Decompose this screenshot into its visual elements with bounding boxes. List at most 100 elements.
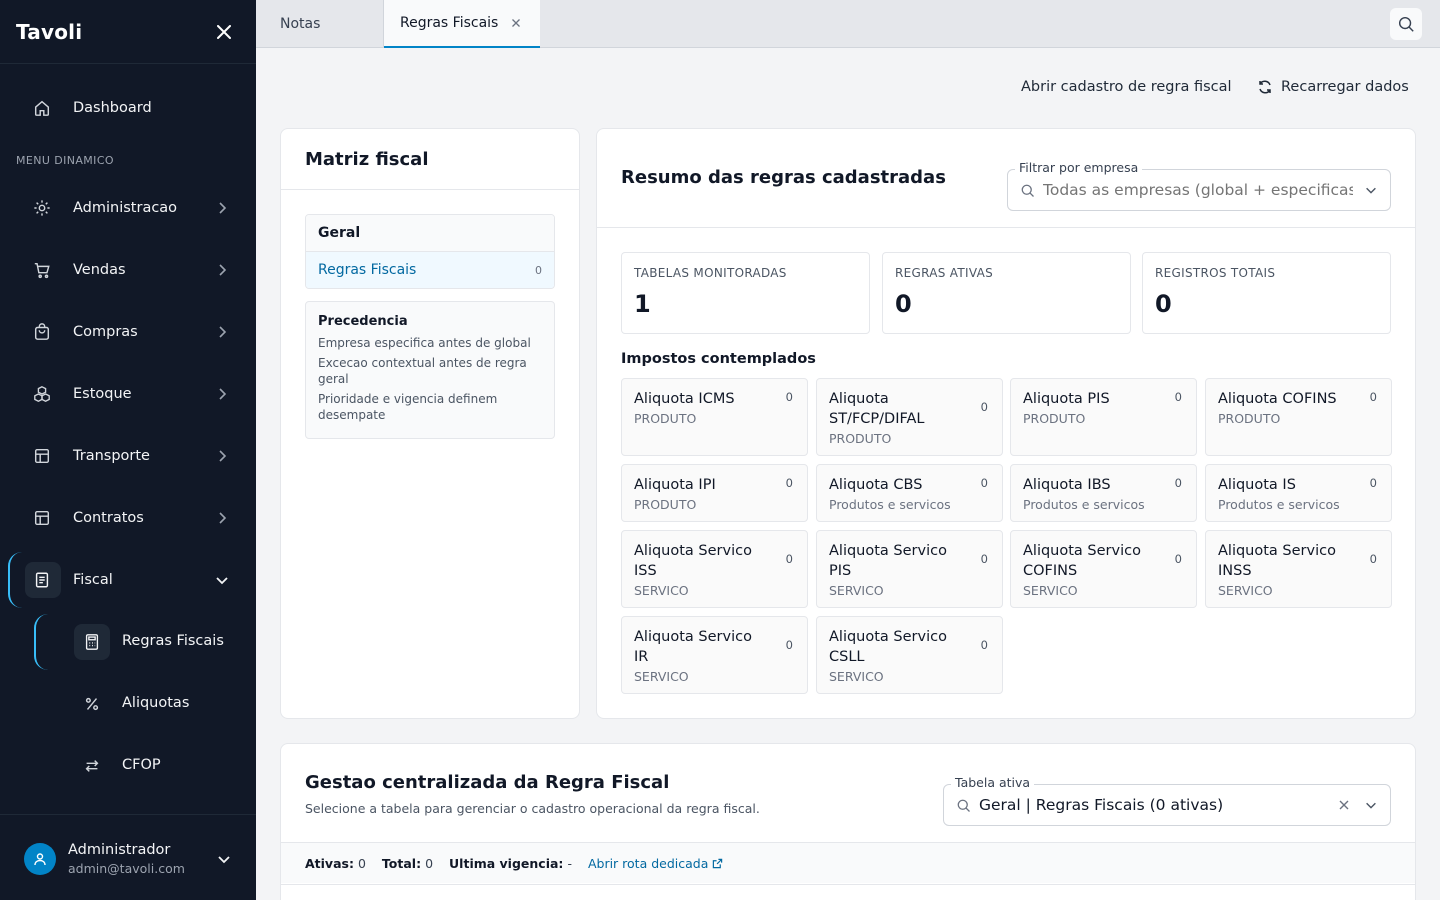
sidebar-item-label: Fiscal	[73, 572, 113, 588]
sidebar-item-label: Compras	[73, 324, 138, 340]
open-dedicated-route-link[interactable]: Abrir rota dedicada	[588, 856, 723, 871]
tax-card[interactable]: Aliquota COFINS PRODUTO 0	[1205, 378, 1392, 456]
sidebar-item-label: Contratos	[73, 510, 144, 526]
sidebar-header: Tavoli	[0, 0, 256, 64]
tax-count: 0	[785, 552, 793, 566]
active-table-value: Geral | Regras Fiscais (0 ativas)	[979, 796, 1224, 814]
chevron-right-icon	[219, 512, 227, 524]
tax-count: 0	[980, 552, 988, 566]
user-profile: Administrador admin@tavoli.com	[0, 814, 256, 900]
chevron-right-icon	[219, 264, 227, 276]
chevron-down-icon	[1366, 802, 1376, 809]
sidebar-item-compras[interactable]: Compras	[0, 310, 256, 354]
precedence-line: Excecao contextual antes de regra geral	[318, 356, 527, 386]
tax-count: 0	[980, 638, 988, 652]
tax-name: Aliquota Servico ISS	[634, 543, 752, 579]
global-search-button[interactable]	[1390, 8, 1422, 40]
tax-card[interactable]: Aliquota CBS Produtos e servicos 0	[816, 464, 1003, 522]
tax-count: 0	[1369, 390, 1377, 404]
layout-icon	[32, 446, 52, 466]
tax-name: Aliquota ST/FCP/DIFAL	[829, 391, 925, 427]
stat-label: REGRAS ATIVAS	[895, 266, 994, 280]
chevron-right-icon	[219, 202, 227, 214]
precedence-panel: Precedencia Empresa especifica antes de …	[305, 301, 555, 439]
sidebar-item-label: Estoque	[73, 386, 132, 402]
close-tab-button[interactable]	[510, 17, 522, 29]
sidebar-subitem-aliquotas[interactable]: Aliquotas	[0, 682, 256, 726]
tax-scope: SERVICO	[1023, 583, 1078, 598]
tax-card[interactable]: Aliquota Servico ISS SERVICO 0	[621, 530, 808, 608]
matrix-group-item-regras-fiscais[interactable]: Regras Fiscais 0	[306, 252, 554, 288]
sidebar-item-administracao[interactable]: Administracao	[0, 186, 256, 230]
close-sidebar-button[interactable]	[214, 22, 234, 42]
tax-card[interactable]: Aliquota Servico COFINS SERVICO 0	[1010, 530, 1197, 608]
sidebar: Tavoli Dashboard MENU DINAMICO Administr…	[0, 0, 256, 900]
active-table-select[interactable]: Geral | Regras Fiscais (0 ativas)	[943, 784, 1391, 826]
search-icon	[1398, 16, 1414, 32]
close-icon	[512, 19, 521, 27]
matrix-group: Geral Regras Fiscais 0	[305, 214, 555, 289]
sidebar-item-transporte[interactable]: Transporte	[0, 434, 256, 478]
reload-data-button[interactable]: Recarregar dados	[1257, 79, 1409, 95]
search-icon	[957, 799, 970, 812]
tax-name: Aliquota Servico PIS	[829, 543, 947, 579]
stat-label: REGISTROS TOTAIS	[1155, 266, 1276, 280]
chevron-down-icon	[216, 577, 228, 585]
external-link-icon	[713, 858, 723, 868]
precedence-line: Empresa especifica antes de global	[318, 336, 531, 350]
sidebar-subitem-regras-fiscais[interactable]: Regras Fiscais	[0, 620, 256, 664]
company-filter-label: Filtrar por empresa	[1015, 160, 1143, 175]
refresh-icon	[1259, 80, 1271, 94]
tax-scope: PRODUTO	[1218, 411, 1281, 426]
cart-icon	[32, 260, 52, 280]
company-filter-input[interactable]	[1043, 181, 1353, 199]
open-register-button[interactable]: Abrir cadastro de regra fiscal	[1021, 79, 1232, 95]
sidebar-item-fiscal[interactable]: Fiscal	[0, 558, 256, 602]
sidebar-item-dashboard[interactable]: Dashboard	[0, 86, 256, 130]
tax-card[interactable]: Aliquota IPI PRODUTO 0	[621, 464, 808, 522]
tax-card[interactable]: Aliquota ICMS PRODUTO 0	[621, 378, 808, 456]
tax-card[interactable]: Aliquota Servico INSS SERVICO 0	[1205, 530, 1392, 608]
chevron-down-icon[interactable]	[216, 851, 232, 867]
chevron-down-icon	[1366, 187, 1376, 194]
tax-count: 0	[785, 476, 793, 490]
chevron-right-icon	[219, 388, 227, 400]
tax-scope: SERVICO	[1218, 583, 1273, 598]
last-validity: Ultima vigencia: -	[449, 855, 572, 871]
tax-scope: SERVICO	[829, 669, 884, 684]
tax-card[interactable]: Aliquota PIS PRODUTO 0	[1010, 378, 1197, 456]
sidebar-item-vendas[interactable]: Vendas	[0, 248, 256, 292]
tax-count: 0	[785, 638, 793, 652]
sidebar-item-label: Administracao	[73, 200, 178, 216]
clear-selection-icon[interactable]	[1338, 799, 1350, 811]
tax-scope: PRODUTO	[1023, 411, 1086, 426]
brand-logo: Tavoli	[16, 19, 83, 44]
sidebar-item-contratos[interactable]: Contratos	[0, 496, 256, 540]
sidebar-subitem-label: CFOP	[122, 757, 161, 773]
tab-regras-fiscais[interactable]: Regras Fiscais	[384, 0, 540, 48]
sidebar-item-estoque[interactable]: Estoque	[0, 372, 256, 416]
user-name: Administrador	[68, 842, 171, 858]
tax-card[interactable]: Aliquota Servico IR SERVICO 0	[621, 616, 808, 694]
tax-scope: PRODUTO	[829, 431, 892, 446]
sidebar-subitem-label: Aliquotas	[122, 695, 190, 711]
total-count: Total: 0	[381, 855, 434, 871]
tax-card[interactable]: Aliquota IS Produtos e servicos 0	[1205, 464, 1392, 522]
tab-notas[interactable]: Notas	[256, 0, 384, 48]
user-icon	[34, 853, 46, 866]
tax-scope: SERVICO	[634, 583, 689, 598]
stat-card: REGRAS ATIVAS 0	[882, 252, 1131, 334]
tax-card[interactable]: Aliquota ST/FCP/DIFAL PRODUTO 0	[816, 378, 1003, 456]
company-filter-select[interactable]	[1007, 169, 1391, 211]
boxes-icon	[32, 384, 52, 404]
tax-card[interactable]: Aliquota Servico CSLL SERVICO 0	[816, 616, 1003, 694]
tax-scope: SERVICO	[829, 583, 884, 598]
sidebar-subitem-cfop[interactable]: CFOP	[0, 744, 256, 788]
tax-name: Aliquota IBS	[1023, 477, 1111, 493]
tax-count: 0	[1174, 390, 1182, 404]
tax-card[interactable]: Aliquota Servico PIS SERVICO 0	[816, 530, 1003, 608]
tax-card[interactable]: Aliquota IBS Produtos e servicos 0	[1010, 464, 1197, 522]
avatar[interactable]	[24, 843, 56, 875]
sidebar-subitem-label: Regras Fiscais	[122, 633, 224, 649]
management-meta: Ativas: 0 Total: 0 Ultima vigencia: - Abrir…	[281, 843, 1415, 883]
